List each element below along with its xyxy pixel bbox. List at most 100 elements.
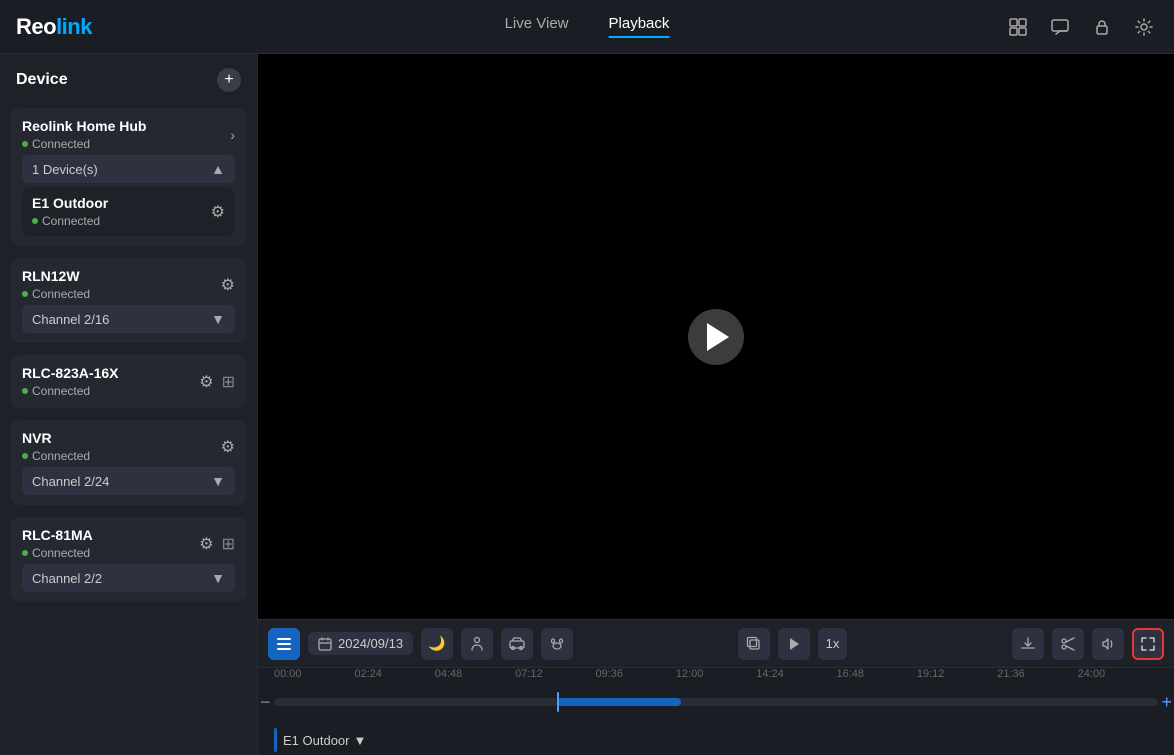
- device-status-home-hub: Connected: [22, 137, 146, 151]
- sub-device-status-e1: Connected: [32, 214, 108, 228]
- device-row-home-hub: Reolink Home Hub Connected ›: [22, 118, 235, 151]
- channel-toggle-rln12w[interactable]: Channel 2/16 ▼: [22, 305, 235, 333]
- device-name-rlc823a: RLC-823A-16X: [22, 365, 118, 381]
- status-dot-rlc81ma: [22, 550, 28, 556]
- sub-device-e1-outdoor: E1 Outdoor Connected ⚙: [22, 187, 235, 236]
- gear-icon-rln12w[interactable]: ⚙: [221, 275, 235, 295]
- camera-bar-indicator: [274, 728, 277, 752]
- chat-icon[interactable]: [1046, 13, 1074, 41]
- chevron-down-icon-rln12w[interactable]: ▼: [211, 311, 225, 327]
- channel-label-rlc81ma: Channel 2/2: [32, 571, 102, 586]
- tick-10: 24:00: [1078, 668, 1158, 680]
- device-row-rlc823a: RLC-823A-16X Connected ⚙ ⊞: [22, 365, 235, 398]
- multi-copy-button[interactable]: [738, 628, 770, 660]
- device-status-rln12w: Connected: [22, 287, 90, 301]
- header: Reolink Live View Playback: [0, 0, 1174, 54]
- device-status-nvr: Connected: [22, 449, 90, 463]
- tab-live-view[interactable]: Live View: [505, 15, 569, 38]
- tab-playback[interactable]: Playback: [609, 15, 670, 38]
- lock-icon[interactable]: [1088, 13, 1116, 41]
- device-status-rlc81ma: Connected: [22, 546, 93, 560]
- pet-filter-button[interactable]: [541, 628, 573, 660]
- device-name-rlc81ma: RLC-81MA: [22, 527, 93, 543]
- speed-label: 1x: [826, 636, 840, 651]
- gear-icon-rlc823a[interactable]: ⚙: [199, 372, 213, 392]
- video-area: 2024/09/13 🌙: [258, 54, 1174, 755]
- add-device-button[interactable]: +: [217, 68, 241, 92]
- chevron-down-icon-rlc81ma[interactable]: ▼: [211, 570, 225, 586]
- channel-label-rln12w: Channel 2/16: [32, 312, 109, 327]
- tick-7: 16:48: [837, 668, 917, 680]
- zoom-plus-button[interactable]: +: [1161, 692, 1172, 713]
- date-picker[interactable]: 2024/09/13: [308, 632, 413, 655]
- nav-tabs: Live View Playback: [505, 15, 670, 38]
- logo: Reolink: [16, 14, 92, 40]
- multiview-icon[interactable]: [1004, 13, 1032, 41]
- gear-icon-e1[interactable]: ⚙: [211, 202, 225, 222]
- chevron-up-icon[interactable]: ▲: [211, 161, 225, 177]
- device-row-rln12w: RLN12W Connected ⚙: [22, 268, 235, 301]
- device-status-rlc823a: Connected: [22, 384, 118, 398]
- timeline-track[interactable]: [274, 698, 1158, 706]
- status-dot-rln12w: [22, 291, 28, 297]
- date-value: 2024/09/13: [338, 636, 403, 651]
- scissors-button[interactable]: [1052, 628, 1084, 660]
- sub-device-name-e1: E1 Outdoor: [32, 195, 108, 211]
- status-dot-nvr: [22, 453, 28, 459]
- device-name-home-hub: Reolink Home Hub: [22, 118, 146, 134]
- download-button[interactable]: [1012, 628, 1044, 660]
- volume-button[interactable]: [1092, 628, 1124, 660]
- chevron-down-icon-nvr[interactable]: ▼: [211, 473, 225, 489]
- device-row-nvr: NVR Connected ⚙: [22, 430, 235, 463]
- sidebar: Device + Reolink Home Hub Connected › 1 …: [0, 54, 258, 755]
- timeline-area[interactable]: 00:00 02:24 04:48 07:12 09:36 12:00 14:2…: [258, 667, 1174, 755]
- play-triangle-icon: [707, 323, 729, 351]
- sidebar-header: Device +: [0, 54, 257, 102]
- toggle-icon-rlc81ma[interactable]: ⊞: [222, 534, 235, 554]
- vehicle-filter-button[interactable]: [501, 628, 533, 660]
- speed-button[interactable]: 1x: [818, 628, 848, 660]
- settings-icon[interactable]: [1130, 13, 1158, 41]
- timeline-cursor: [557, 692, 559, 712]
- device-name-rln12w: RLN12W: [22, 268, 90, 284]
- sub-devices-toggle[interactable]: 1 Device(s) ▲: [22, 155, 235, 183]
- channel-toggle-rlc81ma[interactable]: Channel 2/2 ▼: [22, 564, 235, 592]
- main: Device + Reolink Home Hub Connected › 1 …: [0, 54, 1174, 755]
- gear-icon-nvr[interactable]: ⚙: [221, 437, 235, 457]
- device-row-rlc81ma: RLC-81MA Connected ⚙ ⊞: [22, 527, 235, 560]
- channel-label-nvr: Channel 2/24: [32, 474, 109, 489]
- camera-name: E1 Outdoor: [283, 733, 350, 748]
- camera-dropdown-icon[interactable]: ▼: [354, 733, 367, 748]
- status-dot-home-hub: [22, 141, 28, 147]
- controls-bar: 2024/09/13 🌙: [258, 619, 1174, 667]
- header-icons: [1004, 13, 1158, 41]
- tick-5: 12:00: [676, 668, 756, 680]
- tick-6: 14:24: [756, 668, 836, 680]
- tick-8: 19:12: [917, 668, 997, 680]
- list-view-button[interactable]: [268, 628, 300, 660]
- device-card-home-hub: Reolink Home Hub Connected › 1 Device(s)…: [10, 108, 247, 246]
- device-card-rln12w: RLN12W Connected ⚙ Channel 2/16 ▼: [10, 258, 247, 343]
- tick-1: 02:24: [354, 668, 434, 680]
- chevron-right-icon[interactable]: ›: [230, 127, 235, 143]
- sub-devices-label: 1 Device(s): [32, 162, 98, 177]
- channel-toggle-nvr[interactable]: Channel 2/24 ▼: [22, 467, 235, 495]
- device-card-nvr: NVR Connected ⚙ Channel 2/24 ▼: [10, 420, 247, 505]
- camera-label[interactable]: E1 Outdoor ▼: [283, 733, 366, 748]
- toggle-icon-rlc823a[interactable]: ⊞: [222, 372, 235, 392]
- status-dot-e1: [32, 218, 38, 224]
- timeline-segment: [557, 698, 681, 706]
- tick-3: 07:12: [515, 668, 595, 680]
- night-filter-button[interactable]: 🌙: [421, 628, 453, 660]
- gear-icon-rlc81ma[interactable]: ⚙: [199, 534, 213, 554]
- device-card-rlc81ma: RLC-81MA Connected ⚙ ⊞ Channel 2/2 ▼: [10, 517, 247, 602]
- playback-play-button[interactable]: [778, 628, 810, 660]
- fullscreen-button[interactable]: [1132, 628, 1164, 660]
- status-dot-rlc823a: [22, 388, 28, 394]
- tick-2: 04:48: [435, 668, 515, 680]
- zoom-minus-button[interactable]: −: [260, 692, 271, 713]
- video-player[interactable]: [258, 54, 1174, 619]
- play-button[interactable]: [688, 309, 744, 365]
- tick-4: 09:36: [595, 668, 675, 680]
- person-filter-button[interactable]: [461, 628, 493, 660]
